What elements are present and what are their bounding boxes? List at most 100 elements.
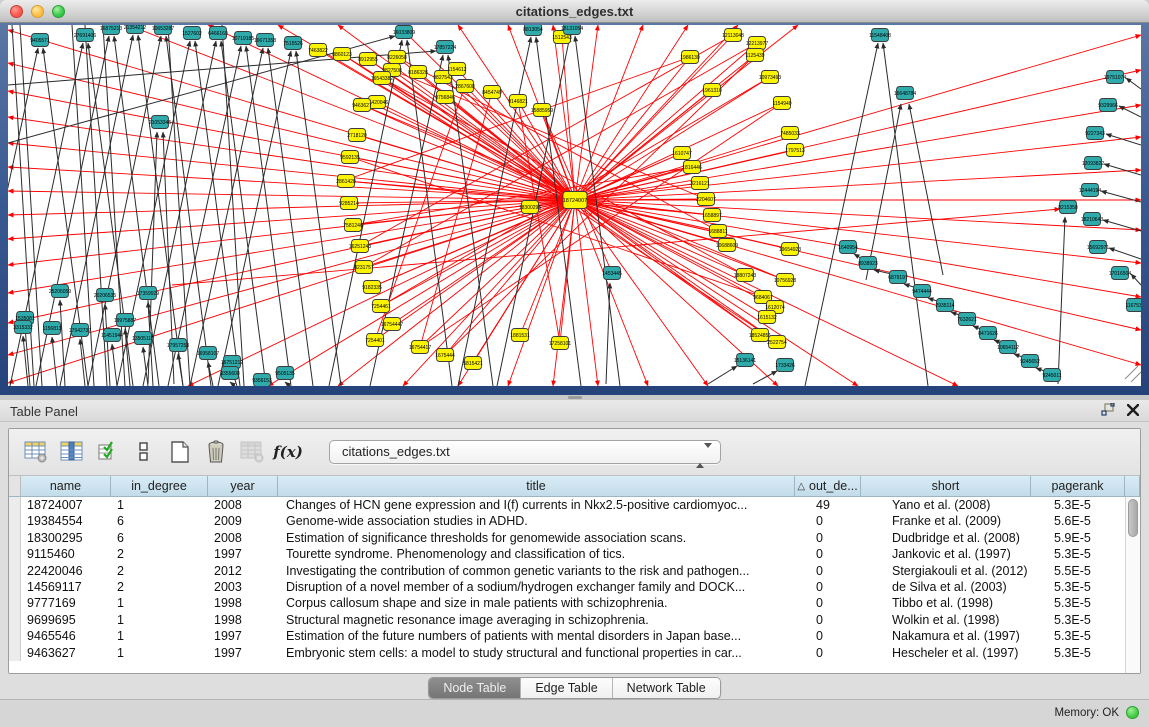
row-height-button[interactable] [129, 437, 159, 467]
cell-name[interactable]: 18724007 [21, 497, 111, 513]
show-columns-button[interactable] [57, 437, 87, 467]
cell-short[interactable]: Tibbo et al. (1998) [876, 595, 1046, 611]
citation-network-graph[interactable]: 7463822886012389129558226058982750881863… [8, 25, 1141, 386]
column-header-name[interactable]: name [21, 476, 111, 497]
cell-title[interactable]: Estimation of the future numbers of pati… [278, 628, 810, 644]
cell-name[interactable]: 9699695 [21, 612, 111, 628]
cell-in_degree[interactable]: 2 [111, 563, 208, 579]
cell-name[interactable]: 22420046 [21, 563, 111, 579]
cell-in_degree[interactable]: 1 [111, 628, 208, 644]
delete-columns-button[interactable] [201, 437, 231, 467]
cell-title[interactable]: Estimation of significance thresholds fo… [278, 530, 810, 546]
network-canvas[interactable]: 7463822886012389129558226058982750881863… [8, 25, 1141, 386]
cell-year[interactable]: 1997 [208, 645, 278, 661]
cell-title[interactable]: Changes of HCN gene expression and I(f) … [278, 497, 810, 513]
cell-title[interactable]: Investigating the contribution of common… [278, 563, 810, 579]
cell-short[interactable]: Nakamura et al. (1997) [876, 628, 1046, 644]
cell-name[interactable]: 9465546 [21, 628, 111, 644]
table-selector-dropdown[interactable]: citations_edges.txt [329, 440, 721, 464]
cell-out_de[interactable]: 0 [810, 612, 876, 628]
table-row[interactable]: 1938455462009Genome-wide association stu… [9, 513, 1140, 529]
cell-name[interactable]: 18300295 [21, 530, 111, 546]
close-panel-icon[interactable] [1127, 404, 1139, 416]
cell-out_de[interactable]: 0 [810, 628, 876, 644]
cell-out_de[interactable]: 0 [810, 579, 876, 595]
table-row[interactable]: 946554611997Estimation of the future num… [9, 628, 1140, 644]
column-checklist-button[interactable] [93, 437, 123, 467]
cell-name[interactable]: 19384554 [21, 513, 111, 529]
column-header-year[interactable]: year [208, 476, 278, 497]
cell-year[interactable]: 2012 [208, 563, 278, 579]
cell-out_de[interactable]: 0 [810, 563, 876, 579]
table-mode-button[interactable] [21, 437, 51, 467]
graph-node-label: 1527602 [182, 31, 202, 37]
cell-short[interactable]: Stergiakouli et al. (2012) [876, 563, 1046, 579]
cell-in_degree[interactable]: 6 [111, 530, 208, 546]
scrollbar-thumb[interactable] [1128, 499, 1138, 537]
cell-short[interactable]: Wolkin et al. (1998) [876, 612, 1046, 628]
cell-short[interactable]: Yano et al. (2008) [876, 497, 1046, 513]
cell-short[interactable]: Hescheler et al. (1997) [876, 645, 1046, 661]
cell-name[interactable]: 9463627 [21, 645, 111, 661]
tab-node-table[interactable]: Node Table [429, 678, 521, 698]
delete-table-button[interactable] [237, 437, 267, 467]
cell-short[interactable]: de Silva et al. (2003) [876, 579, 1046, 595]
table-row[interactable]: 2242004622012Investigating the contribut… [9, 563, 1140, 579]
column-header-pagerank[interactable]: pagerank [1031, 476, 1125, 497]
column-header-out_de[interactable]: △out_de... [795, 476, 861, 497]
cell-out_de[interactable]: 49 [810, 497, 876, 513]
cell-title[interactable]: Genome-wide association studies in ADHD. [278, 513, 810, 529]
cell-in_degree[interactable]: 2 [111, 579, 208, 595]
splitter-grip[interactable] [568, 396, 582, 399]
cell-in_degree[interactable]: 1 [111, 497, 208, 513]
column-header-in_degree[interactable]: in_degree [111, 476, 208, 497]
cell-title[interactable]: Disruption of a novel member of a sodium… [278, 579, 810, 595]
cell-short[interactable]: Franke et al. (2009) [876, 513, 1046, 529]
cell-in_degree[interactable]: 6 [111, 513, 208, 529]
cell-name[interactable]: 14569117 [21, 579, 111, 595]
table-row[interactable]: 1872400712008Changes of HCN gene express… [9, 497, 1140, 513]
cell-year[interactable]: 1998 [208, 612, 278, 628]
cell-year[interactable]: 1997 [208, 628, 278, 644]
float-panel-icon[interactable] [1101, 403, 1115, 416]
cell-in_degree[interactable]: 1 [111, 595, 208, 611]
cell-year[interactable]: 2008 [208, 497, 278, 513]
function-builder-button[interactable]: f(x) [273, 437, 303, 467]
cell-in_degree[interactable]: 1 [111, 612, 208, 628]
column-header-title[interactable]: title [278, 476, 795, 497]
cell-year[interactable]: 2003 [208, 579, 278, 595]
table-row[interactable]: 1456911722003Disruption of a novel membe… [9, 579, 1140, 595]
cell-in_degree[interactable]: 1 [111, 645, 208, 661]
vertical-scrollbar[interactable] [1125, 497, 1140, 673]
tab-edge-table[interactable]: Edge Table [521, 678, 612, 698]
cell-short[interactable]: Dudbridge et al. (2008) [876, 530, 1046, 546]
cell-title[interactable]: Structural magnetic resonance image aver… [278, 612, 810, 628]
cell-out_de[interactable]: 0 [810, 645, 876, 661]
cell-out_de[interactable]: 0 [810, 595, 876, 611]
column-header-short[interactable]: short [861, 476, 1031, 497]
table-row[interactable]: 977716911998Corpus callosum shape and si… [9, 595, 1140, 611]
cell-year[interactable]: 2009 [208, 513, 278, 529]
cell-year[interactable]: 1998 [208, 595, 278, 611]
resize-grip[interactable] [1125, 366, 1141, 382]
cell-name[interactable]: 9777169 [21, 595, 111, 611]
cell-title[interactable]: Corpus callosum shape and size in male p… [278, 595, 810, 611]
cell-out_de[interactable]: 0 [810, 513, 876, 529]
table-row[interactable]: 1830029562008Estimation of significance … [9, 530, 1140, 546]
tab-network-table[interactable]: Network Table [613, 678, 720, 698]
network-window-titlebar[interactable]: citations_edges.txt [0, 0, 1149, 23]
new-column-button[interactable] [165, 437, 195, 467]
cell-title[interactable]: Tourette syndrome. Phenomenology and cla… [278, 546, 810, 562]
cell-short[interactable]: Jankovic et al. (1997) [876, 546, 1046, 562]
graph-node-label: 20206535 [94, 293, 116, 299]
table-row[interactable]: 969969511998Structural magnetic resonanc… [9, 612, 1140, 628]
cell-in_degree[interactable]: 2 [111, 546, 208, 562]
table-row[interactable]: 911546021997Tourette syndrome. Phenomeno… [9, 546, 1140, 562]
cell-out_de[interactable]: 0 [810, 546, 876, 562]
cell-name[interactable]: 9115460 [21, 546, 111, 562]
cell-year[interactable]: 2008 [208, 530, 278, 546]
cell-title[interactable]: Embryonic stem cells: a model to study s… [278, 645, 810, 661]
table-row[interactable]: 946362711997Embryonic stem cells: a mode… [9, 645, 1140, 661]
cell-year[interactable]: 1997 [208, 546, 278, 562]
cell-out_de[interactable]: 0 [810, 530, 876, 546]
